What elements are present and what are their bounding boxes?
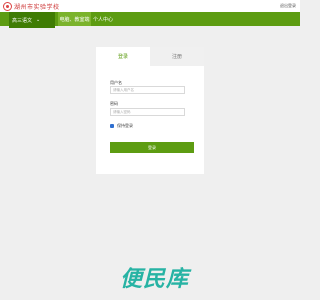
tab-register[interactable]: 注册 — [150, 47, 204, 66]
password-input[interactable] — [110, 108, 185, 116]
logo-emblem-icon — [3, 1, 12, 11]
login-submit-button[interactable]: 登录 — [110, 142, 194, 153]
subject-select-label: 高三语文 — [12, 17, 33, 24]
subject-select[interactable]: 高三语文 ⌄ — [9, 12, 55, 28]
remember-me[interactable]: 保持登录 — [110, 123, 133, 129]
password-label: 密码 — [110, 101, 118, 106]
logo-text: 湖州市实验学校 — [14, 3, 60, 11]
remember-label: 保持登录 — [117, 123, 133, 128]
school-logo[interactable]: 湖州市实验学校 — [3, 1, 60, 11]
nav-tab-pc-classroom[interactable]: 电脑、教室端 — [58, 12, 91, 26]
login-register-tabs: 登录 注册 — [96, 47, 204, 66]
logout-link[interactable]: 退出登录 — [280, 3, 296, 9]
watermark-logo: 便民库 — [120, 267, 190, 291]
chevron-down-icon: ⌄ — [36, 17, 41, 23]
tab-login[interactable]: 登录 — [96, 47, 150, 66]
remember-checkbox[interactable] — [110, 124, 114, 128]
top-header-bar: 湖州市实验学校 退出登录 — [0, 0, 300, 12]
nav-tab-personal-center[interactable]: 个人中心 — [91, 12, 115, 26]
username-input[interactable] — [110, 86, 185, 94]
login-card: 登录 注册 用户名 密码 保持登录 登录 — [96, 47, 204, 174]
